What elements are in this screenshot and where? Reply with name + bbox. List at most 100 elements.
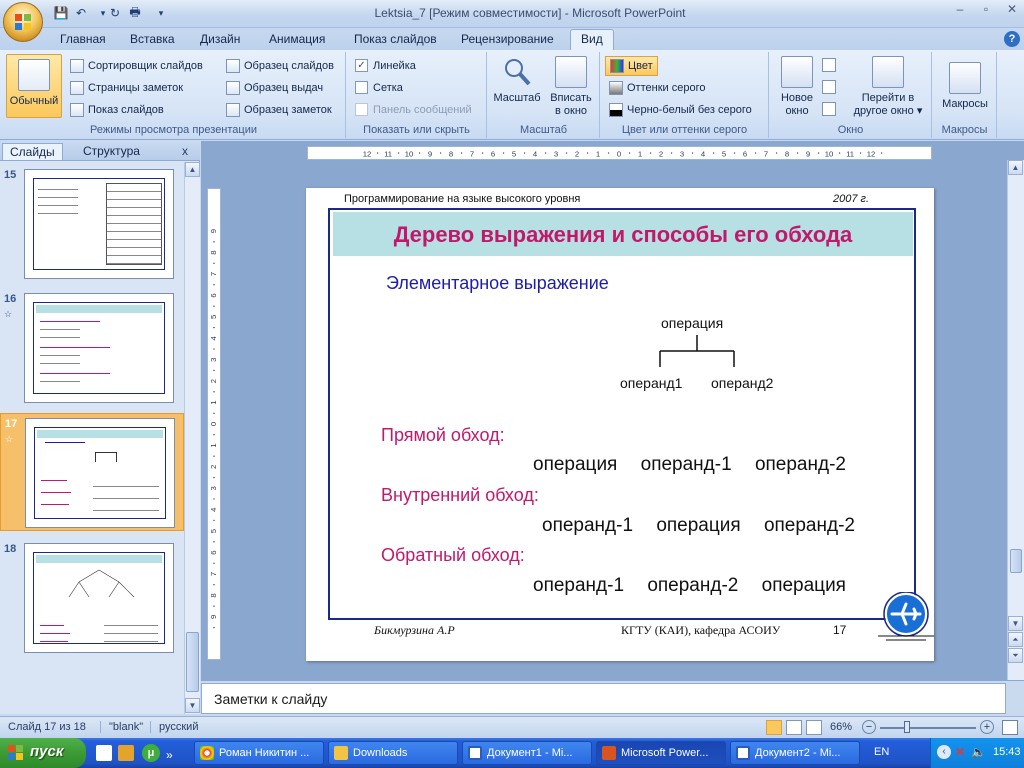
minimize-button[interactable]: – <box>948 2 972 20</box>
grid-checkbox[interactable]: Сетка <box>355 81 403 94</box>
tab-view[interactable]: Вид <box>570 29 614 51</box>
save-icon[interactable]: 💾 <box>52 4 70 22</box>
language-indicator[interactable]: EN <box>874 746 889 758</box>
fit-window-label-1: Вписать <box>550 92 592 104</box>
taskbar-item[interactable]: Документ2 - Mi... <box>730 741 860 765</box>
move-split-icon[interactable] <box>822 102 836 116</box>
scrollbar-thumb[interactable] <box>186 632 199 692</box>
slides-pane-scrollbar[interactable]: ▲ ▼ <box>184 162 200 714</box>
quicklaunch-desktop-icon[interactable] <box>96 745 112 761</box>
tab-insert[interactable]: Вставка <box>130 32 175 46</box>
office-button[interactable] <box>3 2 43 42</box>
ruler-number: 1 <box>209 443 218 447</box>
ruler-tick <box>213 455 215 457</box>
taskbar-item-active[interactable]: Microsoft Power... <box>596 741 726 765</box>
slideshow-icon[interactable] <box>806 720 822 735</box>
zoom-in-icon[interactable]: + <box>980 720 994 734</box>
macros-icon <box>949 62 981 94</box>
restore-button[interactable]: ▫ <box>974 2 998 20</box>
quicklaunch-expand-icon[interactable]: » <box>166 748 173 762</box>
taskbar-item[interactable]: Роман Никитин ... <box>194 741 324 765</box>
slide-thumbnail[interactable]: 15 <box>0 165 184 283</box>
notes-page-button[interactable]: Страницы заметок <box>70 81 183 95</box>
tab-slides[interactable]: Слайды <box>2 143 63 160</box>
arrange-all-icon[interactable] <box>822 58 836 72</box>
tab-outline[interactable]: Структура <box>76 143 147 159</box>
slides-pane: Слайды Структура x 15 16 ☆ 17 ☆ 18 ▲ ▼ <box>0 141 200 714</box>
undo-icon[interactable]: ↶ <box>72 4 90 22</box>
normal-view-button[interactable]: Обычный <box>6 54 62 118</box>
zoom-slider-thumb[interactable] <box>904 721 910 733</box>
title-bar: 💾 ↶ ▾ ↻ 🖶 ▾ Lektsia_7 [Режим совместимос… <box>0 0 1024 28</box>
scroll-up-icon[interactable]: ▲ <box>185 162 200 177</box>
tray-back-icon[interactable]: ‹ <box>937 745 951 759</box>
switch-window-label-1: Перейти в <box>861 92 915 104</box>
slide-scrollbar[interactable]: ▲ ▼ ⏶ ⏷ <box>1007 160 1024 680</box>
macros-button[interactable]: Макросы <box>937 62 993 111</box>
scroll-down-icon[interactable]: ▼ <box>1008 616 1023 631</box>
fit-window-button[interactable]: Вписать в окно <box>544 56 598 118</box>
ruler-tick <box>712 152 715 154</box>
zoom-button[interactable]: Масштаб <box>492 56 542 105</box>
scroll-up-icon[interactable]: ▲ <box>1008 160 1023 175</box>
grid-label: Сетка <box>373 81 403 94</box>
quicklaunch-explorer-icon[interactable] <box>118 745 134 761</box>
slide-master-button[interactable]: Образец слайдов <box>226 59 334 73</box>
slide-thumbnail-selected[interactable]: 17 ☆ <box>0 413 184 531</box>
new-window-button[interactable]: Новое окно <box>774 56 820 118</box>
zoom-slider-track[interactable] <box>880 727 976 729</box>
status-language[interactable]: русский <box>150 721 198 733</box>
slide-sorter-icon[interactable] <box>786 720 802 735</box>
zoom-level[interactable]: 66% <box>830 721 852 733</box>
ruler-checkbox[interactable]: ✓ Линейка <box>355 59 416 72</box>
scrollbar-thumb[interactable] <box>1010 549 1022 573</box>
tab-review[interactable]: Рецензирование <box>461 32 554 46</box>
zoom-out-icon[interactable]: − <box>862 720 876 734</box>
black-white-button[interactable]: Черно-белый без серого <box>609 103 752 117</box>
horizontal-ruler[interactable]: 12 11 10 9 8 7 6 5 4 3 2 1 0 1 2 3 4 5 6 7 8 9 10 11 12 <box>307 146 932 160</box>
tab-home[interactable]: Главная <box>60 32 106 46</box>
close-button[interactable]: ✕ <box>1000 2 1024 20</box>
handout-master-button[interactable]: Образец выдач <box>226 81 323 95</box>
grayscale-button[interactable]: Оттенки серого <box>609 81 705 95</box>
normal-view-icon[interactable] <box>766 720 782 735</box>
taskbar-item[interactable]: Downloads <box>328 741 458 765</box>
pane-close-icon[interactable]: x <box>182 144 188 158</box>
tab-design[interactable]: Дизайн <box>200 32 240 46</box>
thumb-text-line <box>40 625 64 626</box>
slideshow-icon <box>70 103 84 117</box>
previous-slide-icon[interactable]: ⏶ <box>1008 632 1023 647</box>
notes-field[interactable]: Заметки к слайду <box>201 683 1006 714</box>
slideshow-button[interactable]: Показ слайдов <box>70 103 164 117</box>
color-button[interactable]: Цвет <box>605 56 658 76</box>
tray-volume-icon[interactable]: 🔈 <box>971 745 986 759</box>
print-icon[interactable]: 🖶 <box>126 4 144 22</box>
fit-slide-icon[interactable] <box>1002 720 1018 735</box>
redo-icon[interactable]: ↻ <box>106 4 124 22</box>
slide-sorter-button[interactable]: Сортировщик слайдов <box>70 59 203 73</box>
tab-slideshow[interactable]: Показ слайдов <box>354 32 437 46</box>
tray-antivirus-icon[interactable]: ✕ <box>955 745 969 759</box>
word-doc-icon <box>468 746 482 760</box>
ruler-number: 5 <box>512 149 516 158</box>
tab-animation[interactable]: Анимация <box>269 32 325 46</box>
quicklaunch-utorrent-icon[interactable]: μ <box>142 744 160 762</box>
tree-right-label: операнд2 <box>711 375 774 391</box>
cascade-icon[interactable] <box>822 80 836 94</box>
ruler-tick <box>481 152 484 154</box>
scroll-down-icon[interactable]: ▼ <box>185 698 200 713</box>
slide-canvas[interactable]: Программирование на языке высокого уровн… <box>306 188 934 661</box>
slide-thumbnail[interactable]: 18 <box>0 539 184 657</box>
vertical-ruler[interactable]: 9 8 7 6 5 4 3 2 1 0 1 2 3 4 5 6 7 8 9 <box>207 188 221 660</box>
taskbar-item[interactable]: Документ1 - Mi... <box>462 741 592 765</box>
next-slide-icon[interactable]: ⏷ <box>1008 648 1023 663</box>
slide-thumbnail[interactable]: 16 ☆ <box>0 289 184 407</box>
notes-master-button[interactable]: Образец заметок <box>226 103 332 117</box>
qat-customize-icon[interactable]: ▾ <box>152 4 170 22</box>
help-icon[interactable]: ? <box>1004 31 1020 47</box>
notes-master-label: Образец заметок <box>244 104 332 116</box>
message-bar-checkbox[interactable]: Панель сообщений <box>355 103 472 116</box>
ruler-tick <box>397 152 400 154</box>
switch-window-button[interactable]: Перейти в другое окно ▾ <box>846 56 930 118</box>
group-macros: Макросы Макросы <box>933 52 997 138</box>
